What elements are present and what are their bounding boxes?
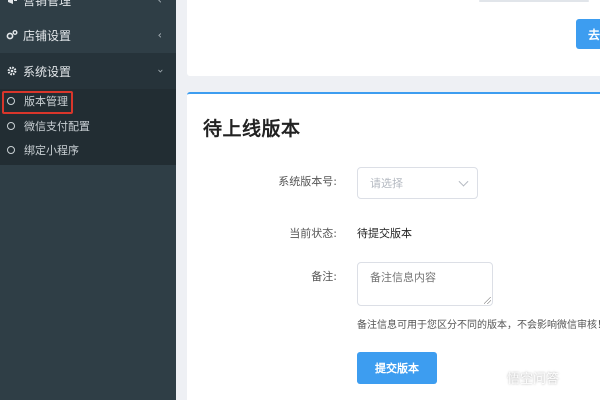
sidebar-item-marketing[interactable]: 营销管理 ‹ <box>0 0 176 18</box>
top-tab-bar <box>479 0 589 2</box>
app-window: 营销管理 ‹ 店铺设置 ‹ 系统设置 ‹ 版本管理 微信支付配置 绑定小程序 去… <box>0 0 600 400</box>
chevron-down-icon: ‹ <box>153 68 167 74</box>
sidebar-item-label: 营销管理 <box>23 0 72 8</box>
submenu-item-label: 绑定小程序 <box>24 144 79 157</box>
wukong-logo-icon <box>486 369 504 386</box>
chevron-left-icon: ‹ <box>157 0 162 7</box>
go-submit-button[interactable]: 去提 <box>576 19 600 49</box>
status-label: 当前状态: <box>289 227 337 240</box>
top-card: 去提 <box>187 0 600 76</box>
pending-version-card: 待上线版本 系统版本号: 请选择 当前状态: 待提交版本 备注: 备注信息可用于… <box>187 92 600 400</box>
circle-icon <box>7 146 15 154</box>
watermark-text: 悟空问答 <box>507 372 560 387</box>
marketing-icon <box>8 0 17 4</box>
store-settings-icon <box>6 30 18 40</box>
submenu-item-label: 微信支付配置 <box>24 120 90 133</box>
sidebar-item-label: 系统设置 <box>23 64 72 79</box>
remark-hint: 备注信息可用于您区分不同的版本，不会影响微信审核！ <box>357 320 600 331</box>
submenu-item-version-management[interactable]: 版本管理 <box>0 89 176 113</box>
system-settings-submenu: 版本管理 微信支付配置 绑定小程序 <box>0 89 176 165</box>
submenu-item-label: 版本管理 <box>24 95 68 108</box>
chevron-down-icon <box>458 176 469 187</box>
circle-icon <box>7 122 15 130</box>
watermark: 悟空问答 <box>486 368 559 387</box>
version-select[interactable]: 请选择 <box>357 167 478 199</box>
submit-version-button[interactable]: 提交版本 <box>357 352 437 384</box>
sidebar-item-label: 店铺设置 <box>23 28 72 43</box>
version-label: 系统版本号: <box>278 175 337 188</box>
resize-handle-icon[interactable] <box>484 297 491 304</box>
chevron-left-icon: ‹ <box>157 28 162 42</box>
status-value: 待提交版本 <box>357 227 412 240</box>
circle-icon <box>7 97 15 105</box>
remark-textarea[interactable] <box>357 262 493 306</box>
main-content: 去提 待上线版本 系统版本号: 请选择 当前状态: 待提交版本 备注: 备注信息… <box>176 0 600 400</box>
sidebar: 营销管理 ‹ 店铺设置 ‹ 系统设置 ‹ 版本管理 微信支付配置 绑定小程序 <box>0 0 176 400</box>
sidebar-item-system-settings[interactable]: 系统设置 ‹ <box>0 53 176 89</box>
gear-icon <box>7 66 17 76</box>
submenu-item-wechat-pay-config[interactable]: 微信支付配置 <box>0 114 176 138</box>
sidebar-item-store-settings[interactable]: 店铺设置 ‹ <box>0 17 176 53</box>
version-select-placeholder: 请选择 <box>370 177 403 190</box>
submenu-item-bind-miniprogram[interactable]: 绑定小程序 <box>0 138 176 162</box>
remark-label: 备注: <box>311 270 337 283</box>
page-title: 待上线版本 <box>203 118 301 140</box>
